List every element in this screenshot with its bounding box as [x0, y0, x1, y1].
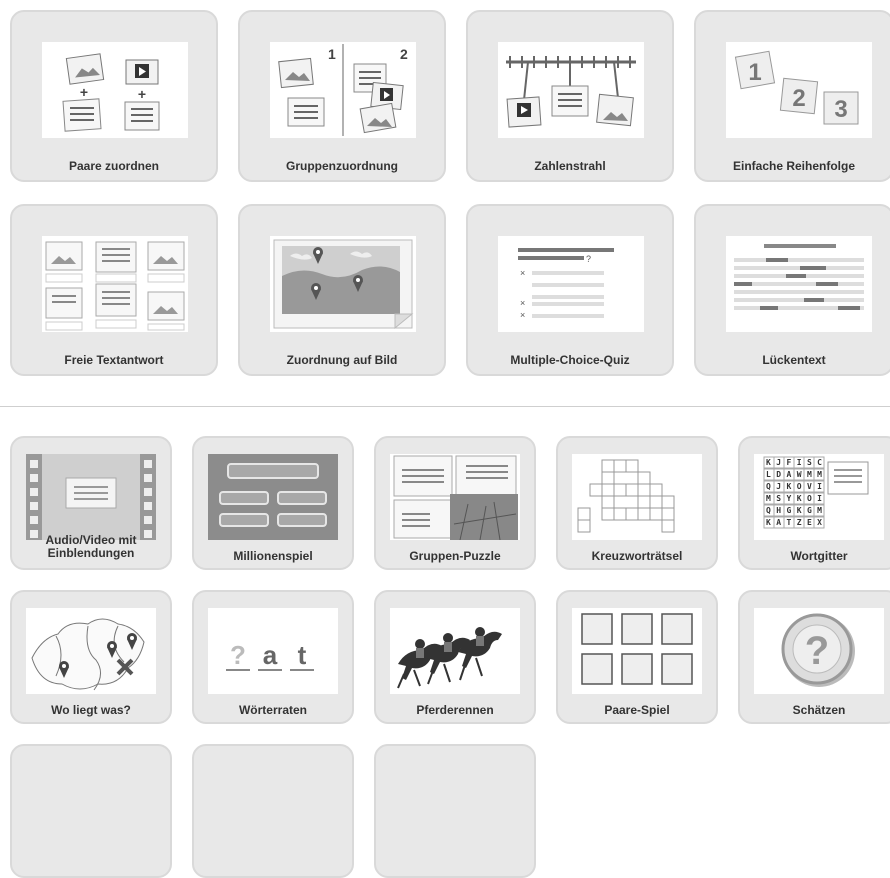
tile-wortgitter[interactable]: KJFISC LDAWMM QJKOVI MSYKOI QHGKGM KATZE… [738, 436, 890, 570]
tile-label: Kreuzworträtsel [591, 549, 683, 563]
tile-label: Wo liegt was? [51, 703, 131, 717]
svg-text:×: × [520, 298, 525, 308]
word-guess-letter-3: t [298, 640, 307, 670]
tile-kreuzwortraetsel[interactable]: Kreuzworträtsel [556, 436, 718, 570]
group-number-1: 1 [328, 46, 336, 62]
map-pins-icon [26, 608, 156, 694]
tile-multiple-choice-quiz[interactable]: ? × × × Multiple-Choice-Quiz [466, 204, 674, 376]
tile-audio-video[interactable]: Audio/Video mit Einblendungen [10, 436, 172, 570]
tile-label: Lückentext [762, 353, 826, 367]
tile-label: Zahlenstrahl [534, 159, 606, 173]
tile-label: Pferderennen [416, 703, 494, 717]
tile-pferderennen[interactable]: Pferderennen [374, 590, 536, 724]
video-overlay-icon [26, 454, 156, 540]
tile-gruppenzuordnung[interactable]: 1 2 Gruppenzuordnung [238, 10, 446, 182]
group-number-2: 2 [400, 46, 408, 62]
tile-label: Paare zuordnen [68, 159, 160, 173]
free-text-icon [42, 236, 188, 332]
svg-text:+: + [138, 86, 146, 102]
tile-label: Millionenspiel [233, 549, 313, 563]
section-divider [0, 406, 890, 407]
puzzle-icon [390, 454, 520, 540]
word-guess-letter-1: ? [230, 640, 246, 670]
tile-label: Audio/Video mit Einblendungen [12, 534, 170, 560]
tile-zahlenstrahl[interactable]: Zahlenstrahl [466, 10, 674, 182]
order-number-2: 2 [792, 85, 805, 112]
tile-label: Einfache Reihenfolge [732, 159, 856, 173]
tile-label: Gruppen-Puzzle [409, 549, 501, 563]
number-line-icon [498, 42, 644, 138]
tile-label: Zuordnung auf Bild [286, 353, 398, 367]
group-assignment-icon: 1 2 [270, 42, 416, 138]
svg-text:×: × [520, 268, 525, 278]
tile-millionenspiel[interactable]: Millionenspiel [192, 436, 354, 570]
tile-zuordnung-auf-bild[interactable]: Zuordnung auf Bild [238, 204, 446, 376]
tile-label: Freie Textantwort [64, 353, 164, 367]
tile-paare-zuordnen[interactable]: + + Paare zuordnen [10, 10, 218, 182]
tile-wo-liegt-was[interactable]: Wo liegt was? [10, 590, 172, 724]
svg-text:?: ? [586, 254, 591, 264]
ordering-icon: 1 2 3 [726, 42, 872, 138]
svg-text:+: + [80, 84, 88, 100]
tile-partial-3[interactable] [374, 744, 536, 878]
question-mark: ? [805, 629, 829, 673]
tile-label: Paare-Spiel [604, 703, 670, 717]
order-number-1: 1 [748, 59, 761, 86]
svg-text:×: × [520, 310, 525, 320]
tile-label: Multiple-Choice-Quiz [510, 353, 630, 367]
cloze-text-icon [726, 236, 872, 332]
horse-race-icon [390, 608, 520, 694]
question-coin-icon: ? [754, 608, 884, 694]
tile-schaetzen[interactable]: ? Schätzen [738, 590, 890, 724]
tile-woerterraten[interactable]: ? a t Wörterraten [192, 590, 354, 724]
tile-paare-spiel[interactable]: Paare-Spiel [556, 590, 718, 724]
pairs-icon: + + [42, 42, 188, 138]
tile-label: Schätzen [792, 703, 846, 717]
tile-gruppen-puzzle[interactable]: Gruppen-Puzzle [374, 436, 536, 570]
order-number-3: 3 [834, 96, 847, 123]
tile-partial-1[interactable] [10, 744, 172, 878]
tile-partial-2[interactable] [192, 744, 354, 878]
multiple-choice-icon: ? × × × [498, 236, 644, 332]
tile-label: Gruppenzuordnung [286, 159, 398, 173]
tile-freie-textantwort[interactable]: Freie Textantwort [10, 204, 218, 376]
tile-label-line2: Einblendungen [47, 546, 135, 560]
tile-lueckentext[interactable]: Lückentext [694, 204, 890, 376]
millionaire-icon [208, 454, 338, 540]
word-grid-icon: KJFISC LDAWMM QJKOVI MSYKOI QHGKGM KATZE… [754, 454, 884, 540]
tile-einfache-reihenfolge[interactable]: 1 2 3 Einfache Reihenfolge [694, 10, 890, 182]
image-map-icon [270, 236, 416, 332]
crossword-icon [572, 454, 702, 540]
word-guess-icon: ? a t [208, 608, 338, 694]
tile-label: Wortgitter [790, 549, 848, 563]
tile-label: Wörterraten [238, 703, 307, 717]
word-guess-letter-2: a [263, 640, 278, 670]
memory-icon [572, 608, 702, 694]
